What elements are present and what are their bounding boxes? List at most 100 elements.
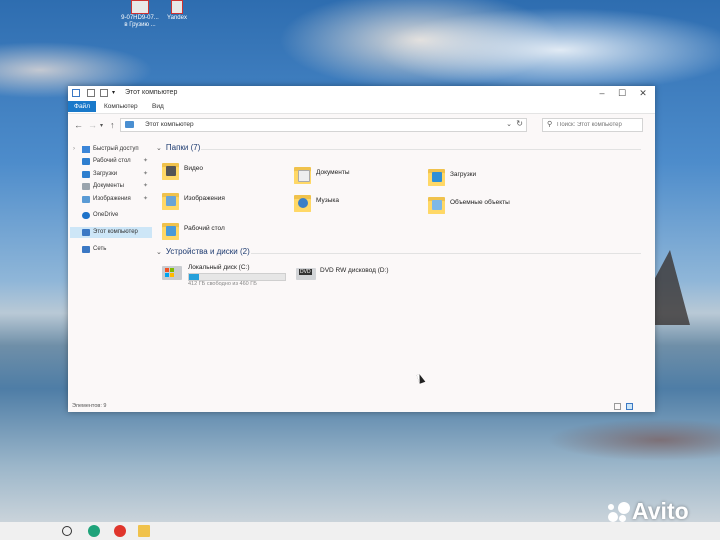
downloads-folder-icon — [428, 166, 445, 186]
sidebar-item-label: Сеть — [93, 246, 107, 252]
chevron-down-icon[interactable]: ⌄ — [156, 145, 162, 152]
group-header-label: Папки (7) — [165, 143, 201, 152]
sidebar-item-quick-access[interactable]: › Быстрый доступ — [70, 144, 152, 155]
sidebar-item-documents[interactable]: Документы ✦ — [70, 181, 152, 192]
group-header-drives[interactable]: ⌄ Устройства и диски (2) — [156, 247, 250, 256]
file-explorer-icon[interactable] — [138, 525, 150, 537]
folder-3d-objects[interactable]: Объемные объекты — [428, 192, 558, 216]
sidebar-item-downloads[interactable]: Загрузки ✦ — [70, 169, 152, 180]
close-button[interactable]: ✕ — [633, 88, 653, 98]
content-pane: ⌄ Папки (7) Видео Документы Загрузки Изоб… — [156, 140, 651, 405]
back-arrow-icon[interactable]: ← — [74, 120, 83, 130]
dvd-badge: DVD — [299, 269, 312, 275]
3d-objects-folder-icon — [428, 194, 445, 214]
pin-icon: ✦ — [142, 171, 148, 177]
divider — [201, 149, 641, 150]
address-text: Этот компьютер — [145, 121, 194, 128]
status-bar: Элементов: 9 — [68, 402, 655, 412]
desktop-folder-icon — [82, 158, 90, 165]
title-bar: ▾ Этот компьютер – ☐ ✕ — [68, 86, 655, 100]
tab-computer[interactable]: Компьютер — [98, 101, 144, 112]
documents-folder-icon — [294, 164, 311, 184]
pin-icon: ✦ — [142, 196, 148, 202]
up-arrow-icon[interactable]: ↑ — [110, 120, 115, 130]
computer-icon — [125, 121, 134, 128]
new-folder-icon[interactable] — [100, 89, 108, 97]
folder-music[interactable]: Музыка — [294, 190, 424, 214]
drive-usage-bar — [188, 273, 286, 281]
dvd-drive-icon: DVD — [296, 268, 316, 280]
tab-file[interactable]: Файл — [68, 101, 96, 112]
search-input[interactable] — [557, 120, 639, 129]
ribbon-tabs: Файл Компьютер Вид — [68, 100, 655, 114]
minimize-button[interactable]: – — [592, 88, 612, 98]
desktop-icon-label: Yandex — [167, 15, 187, 21]
drive-free-space: 412 ГБ свободно из 460 ГБ — [188, 281, 257, 287]
folder-documents[interactable]: Документы — [294, 162, 424, 186]
sidebar-item-pictures[interactable]: Изображения ✦ — [70, 194, 152, 205]
sidebar-item-label: OneDrive — [93, 212, 119, 218]
yandex-icon — [171, 0, 183, 14]
group-header-label: Устройства и диски (2) — [165, 247, 250, 256]
folder-label: Изображения — [184, 195, 225, 202]
quick-access-dropdown-icon[interactable]: ▾ — [112, 89, 120, 97]
refresh-icon[interactable]: ↻ — [516, 119, 523, 128]
properties-icon[interactable] — [87, 89, 95, 97]
maximize-button[interactable]: ☐ — [612, 88, 632, 98]
details-view-icon[interactable] — [614, 403, 621, 410]
folder-label: Загрузки — [450, 171, 477, 178]
desktop-icon-label: в Грузию ... — [124, 22, 156, 28]
desktop-icon-yandex[interactable]: Yandex — [157, 0, 197, 22]
sidebar-item-label: Изображения — [93, 196, 131, 202]
file-explorer-window: ▾ Этот компьютер – ☐ ✕ Файл Компьютер Ви… — [68, 86, 655, 412]
drive-usage-fill — [189, 274, 199, 280]
star-icon — [82, 146, 90, 153]
drive-local-c[interactable]: Локальный диск (C:) 412 ГБ свободно из 4… — [162, 262, 292, 287]
forward-arrow-icon[interactable]: → — [88, 120, 97, 130]
tab-view[interactable]: Вид — [146, 101, 170, 112]
folder-downloads[interactable]: Загрузки — [428, 164, 558, 188]
pictures-icon — [82, 196, 90, 203]
cloud-icon — [82, 212, 90, 219]
avito-text: Avito — [632, 498, 689, 524]
chevron-down-icon[interactable]: › — [73, 144, 75, 155]
address-bar[interactable]: Этот компьютер ⌄ ↻ — [120, 118, 527, 132]
sidebar-item-network[interactable]: Сеть — [70, 244, 152, 255]
local-disk-icon — [162, 266, 182, 280]
avito-logo-icon — [606, 500, 632, 526]
downloads-icon — [82, 171, 90, 178]
sidebar-item-onedrive[interactable]: OneDrive — [70, 210, 152, 221]
music-folder-icon — [294, 192, 311, 212]
sidebar-item-label: Быстрый доступ — [93, 146, 139, 152]
folder-label: Документы — [316, 169, 350, 176]
item-count: Элементов: 9 — [72, 403, 107, 409]
sidebar-item-this-pc[interactable]: Этот компьютер — [70, 227, 152, 238]
folder-video[interactable]: Видео — [162, 158, 292, 182]
window-title: Этот компьютер — [125, 89, 178, 96]
group-header-folders[interactable]: ⌄ Папки (7) — [156, 143, 200, 152]
recent-dropdown-icon[interactable]: ▾ — [100, 122, 103, 129]
pictures-folder-icon — [162, 190, 179, 210]
drive-label: Локальный диск (C:) — [188, 264, 250, 271]
video-folder-icon — [162, 160, 179, 180]
sidebar-item-label: Загрузки — [93, 171, 118, 177]
folder-label: Рабочий стол — [184, 225, 225, 232]
avito-watermark: Avito — [606, 498, 706, 528]
desktop-folder-icon — [162, 220, 179, 240]
drive-dvd-d[interactable]: DVD DVD RW дисковод (D:) — [296, 264, 426, 288]
sidebar-item-label: Рабочий стол — [93, 158, 131, 164]
navigation-bar: ← → ▾ ↑ Этот компьютер ⌄ ↻ ⚲ — [68, 114, 655, 136]
sidebar-item-label: Документы — [93, 183, 124, 189]
edge-icon[interactable] — [88, 525, 100, 537]
sidebar-item-desktop[interactable]: Рабочий стол ✦ — [70, 156, 152, 167]
folder-desktop[interactable]: Рабочий стол — [162, 218, 292, 242]
search-icon[interactable] — [62, 526, 72, 536]
yandex-browser-icon[interactable] — [114, 525, 126, 537]
address-dropdown-icon[interactable]: ⌄ — [506, 120, 512, 128]
chevron-down-icon[interactable]: ⌄ — [156, 249, 162, 256]
large-icons-view-icon[interactable] — [626, 403, 633, 410]
search-box[interactable]: ⚲ — [542, 118, 643, 132]
computer-small-icon — [72, 89, 80, 97]
folder-pictures[interactable]: Изображения — [162, 188, 292, 212]
navigation-pane: › Быстрый доступ Рабочий стол ✦ Загрузки… — [68, 138, 154, 403]
